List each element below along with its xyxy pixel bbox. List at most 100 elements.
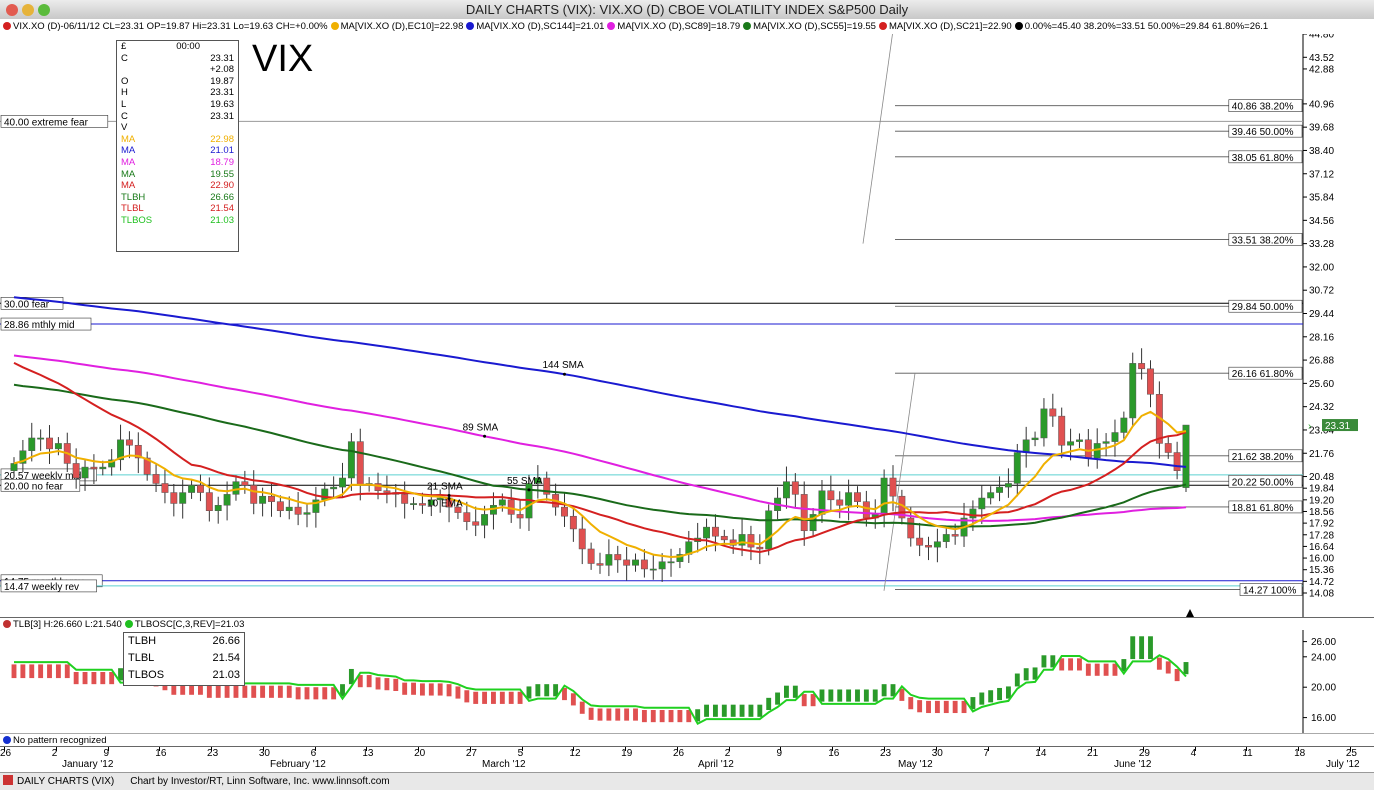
price-tick-label: 37.12 bbox=[1309, 169, 1334, 180]
study-dot-icon[interactable] bbox=[466, 22, 475, 30]
candle-body-up bbox=[1111, 432, 1119, 442]
indicator-box-label: TLBH bbox=[128, 635, 157, 647]
candle-body-up bbox=[1120, 417, 1128, 433]
date-tick-label: 13 bbox=[362, 748, 374, 759]
date-tick-label: 25 bbox=[1345, 748, 1357, 759]
data-window-header: £00:00 bbox=[117, 41, 238, 53]
pattern-text: No pattern recognized bbox=[13, 735, 107, 746]
candle-body-down bbox=[401, 494, 409, 504]
candle-body-down bbox=[1147, 368, 1154, 395]
study-legend-item[interactable]: MA[VIX.XO (D),SC89]=18.79 bbox=[607, 19, 740, 34]
date-tick-mark bbox=[573, 747, 575, 751]
fib-label: 14.27 100% bbox=[1243, 586, 1296, 597]
window-title: DAILY CHARTS (VIX): VIX.XO (D) CBOE VOLA… bbox=[465, 2, 909, 17]
study-legend-item[interactable]: VIX.XO (D)-06/11/12 CL=23.31 OP=19.87 Hi… bbox=[3, 19, 328, 34]
date-tick-label: 18 bbox=[1294, 748, 1306, 759]
candle[interactable] bbox=[765, 504, 773, 556]
study-dot-icon[interactable] bbox=[878, 22, 887, 30]
date-tick-mark bbox=[107, 747, 109, 751]
ma-anchor-dot bbox=[447, 494, 451, 498]
data-window-value: 21.03 bbox=[210, 214, 234, 226]
study-dot-icon[interactable] bbox=[743, 22, 752, 30]
date-tick-mark bbox=[1091, 747, 1093, 751]
sma21-label: 21 SMA bbox=[427, 482, 463, 493]
price-tick-label: 16.00 bbox=[1309, 554, 1334, 565]
pattern-strip: No pattern recognized bbox=[0, 733, 1374, 747]
status-tab[interactable]: DAILY CHARTS (VIX) bbox=[17, 776, 114, 787]
indicator-data-box: TLBH 26.66 TLBL 21.54 TLBOS 21.03 bbox=[123, 632, 245, 686]
data-window-value: 23.31 bbox=[210, 87, 234, 99]
fib-label: 29.84 50.00% bbox=[1232, 302, 1294, 313]
study-legend-text: VIX.XO (D)-06/11/12 CL=23.31 OP=19.87 Hi… bbox=[13, 21, 328, 32]
study-legend-strip[interactable]: VIX.XO (D)-06/11/12 CL=23.31 OP=19.87 Hi… bbox=[0, 19, 1374, 35]
date-tick-mark bbox=[1039, 747, 1041, 751]
price-tick-label: 38.40 bbox=[1309, 146, 1334, 157]
candle-body-down bbox=[294, 506, 302, 515]
date-tick-label: 27 bbox=[465, 748, 477, 759]
candle-body-down bbox=[916, 537, 924, 546]
candle-body-down bbox=[578, 528, 586, 550]
date-tick-mark bbox=[935, 747, 937, 751]
study-dot-icon[interactable] bbox=[3, 22, 11, 30]
study-legend-text: MA[VIX.XO (D),SC21]=22.90 bbox=[888, 21, 1012, 32]
data-window-row: TLBL 21.54 bbox=[117, 203, 238, 215]
candle-body-up bbox=[632, 559, 639, 566]
price-tick-label: 43.52 bbox=[1309, 53, 1334, 64]
candle[interactable] bbox=[1129, 352, 1137, 427]
month-label: April '12 bbox=[698, 759, 734, 770]
study-legend-item[interactable]: MA[VIX.XO (D),SC21]=22.90 bbox=[878, 19, 1012, 34]
date-tick-mark bbox=[366, 747, 368, 751]
study-legend-item[interactable]: MA[VIX.XO (D),EC10]=22.98 bbox=[330, 19, 464, 34]
candle-body-up bbox=[285, 506, 293, 512]
data-window-label: MA bbox=[121, 145, 136, 157]
study-legend-item[interactable]: MA[VIX.XO (D),SC144]=21.01 bbox=[466, 19, 604, 34]
price-tick-label: 21.76 bbox=[1309, 449, 1334, 460]
candle[interactable] bbox=[1182, 424, 1190, 493]
date-tick-label: 16 bbox=[155, 748, 167, 759]
date-tick-label: 26 bbox=[672, 748, 685, 759]
month-label: January '12 bbox=[62, 759, 114, 770]
price-tick-label: 14.72 bbox=[1309, 577, 1334, 588]
level-label: 20.00 no fear bbox=[4, 481, 64, 492]
candle-body-up bbox=[649, 568, 657, 571]
title-bar[interactable]: DAILY CHARTS (VIX): VIX.XO (D) CBOE VOLA… bbox=[0, 0, 1374, 20]
data-window-label: V bbox=[121, 122, 128, 134]
candle-body-up bbox=[1182, 424, 1190, 488]
study-legend-text: MA[VIX.XO (D),SC144]=21.01 bbox=[476, 21, 605, 32]
study-legend-text: MA[VIX.XO (D),EC10]=22.98 bbox=[340, 21, 464, 32]
tlb-dot-icon[interactable] bbox=[3, 620, 11, 628]
study-dot-icon[interactable] bbox=[607, 22, 616, 30]
study-legend-item[interactable]: MA[VIX.XO (D),SC55]=19.55 bbox=[743, 19, 876, 34]
study-legend-text: 0.00%=45.40 38.20%=33.51 50.00%=29.84 61… bbox=[1024, 21, 1269, 32]
date-tick-mark bbox=[728, 747, 730, 751]
data-window-row: MA 22.98 bbox=[117, 134, 238, 146]
indicator-box-value: 21.54 bbox=[212, 652, 240, 664]
date-tick-mark bbox=[1142, 747, 1144, 751]
study-legend-item[interactable]: 0.00%=45.40 38.20%=33.51 50.00%=29.84 61… bbox=[1014, 19, 1269, 34]
candle-body-up bbox=[410, 503, 417, 505]
date-tick-label: 26 bbox=[0, 748, 12, 759]
data-window-label: C bbox=[121, 110, 128, 122]
indicator-label-2: TLBOSC[C,3,REV]=21.03 bbox=[134, 619, 245, 630]
date-tick-label: 23 bbox=[880, 748, 892, 759]
candle-body-up bbox=[1031, 437, 1039, 441]
fib-label: 39.46 50.00% bbox=[1232, 127, 1294, 138]
candle-body-up bbox=[10, 463, 18, 471]
candle-body-down bbox=[587, 548, 595, 564]
candle-body-down bbox=[623, 559, 631, 566]
date-tick-mark bbox=[262, 747, 264, 751]
study-dot-icon[interactable] bbox=[1014, 22, 1023, 30]
candle-body-down bbox=[161, 483, 169, 493]
price-tick-label: 40.96 bbox=[1309, 99, 1334, 110]
candle-body-down bbox=[836, 499, 844, 506]
candle-body-down bbox=[1049, 408, 1057, 417]
candle-body-down bbox=[1173, 452, 1181, 471]
candle-body-down bbox=[170, 492, 178, 504]
study-dot-icon[interactable] bbox=[330, 22, 339, 30]
candle-body-down bbox=[747, 534, 755, 548]
candle-body-down bbox=[862, 501, 870, 519]
tlbosc-dot-icon[interactable] bbox=[124, 620, 133, 628]
candle-body-up bbox=[658, 561, 666, 570]
candle-body-up bbox=[1004, 483, 1012, 488]
candle-body-down bbox=[596, 563, 604, 566]
